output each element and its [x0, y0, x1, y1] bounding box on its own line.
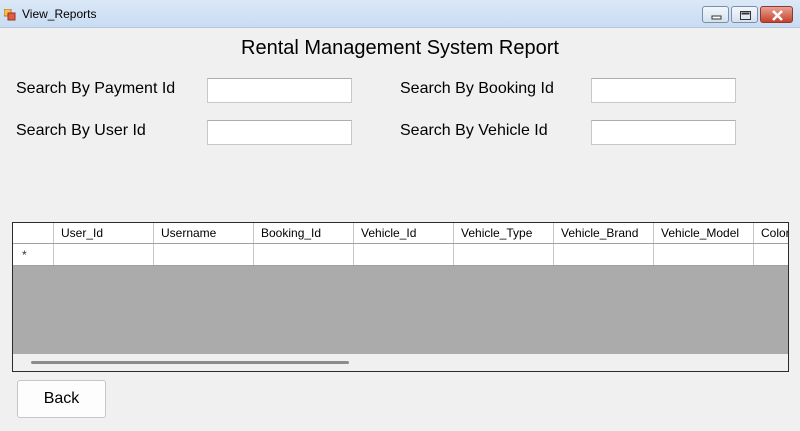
reports-data-grid[interactable]: User_Id Username Booking_Id Vehicle_Id V…: [12, 222, 789, 372]
report-title: Rental Management System Report: [241, 37, 559, 59]
payment-id-label: Search By Payment Id: [16, 80, 176, 97]
booking-id-input[interactable]: [591, 78, 736, 103]
window-title: View_Reports: [22, 7, 97, 21]
close-button[interactable]: [760, 6, 793, 23]
winforms-app-icon: [3, 8, 16, 21]
maximize-button[interactable]: [731, 6, 758, 23]
new-row-cell[interactable]: [154, 244, 254, 265]
column-header-username[interactable]: Username: [154, 223, 254, 243]
column-header-color[interactable]: Color: [754, 223, 788, 243]
vehicle-id-label: Search By Vehicle Id: [400, 122, 548, 139]
column-header-user-id[interactable]: User_Id: [54, 223, 154, 243]
new-row-cell[interactable]: [554, 244, 654, 265]
booking-id-label: Search By Booking Id: [400, 80, 554, 97]
grid-header-row: User_Id Username Booking_Id Vehicle_Id V…: [13, 223, 788, 244]
payment-id-input[interactable]: [207, 78, 352, 103]
grid-new-row[interactable]: *: [13, 244, 788, 266]
grid-corner-header[interactable]: [13, 223, 54, 243]
new-row-cell[interactable]: [254, 244, 354, 265]
scrollbar-thumb[interactable]: [31, 361, 349, 364]
column-header-vehicle-type[interactable]: Vehicle_Type: [454, 223, 554, 243]
new-row-cell[interactable]: [354, 244, 454, 265]
new-row-cell[interactable]: [454, 244, 554, 265]
new-row-cell[interactable]: [654, 244, 754, 265]
minimize-icon: [711, 15, 722, 20]
column-header-vehicle-model[interactable]: Vehicle_Model: [654, 223, 754, 243]
maximize-icon: [740, 11, 751, 20]
horizontal-scrollbar[interactable]: [13, 354, 788, 371]
minimize-button[interactable]: [702, 6, 729, 23]
new-row-cell[interactable]: [54, 244, 154, 265]
title-bar[interactable]: View_Reports: [0, 0, 800, 28]
column-header-booking-id[interactable]: Booking_Id: [254, 223, 354, 243]
column-header-vehicle-brand[interactable]: Vehicle_Brand: [554, 223, 654, 243]
user-id-input[interactable]: [207, 120, 352, 145]
column-header-vehicle-id[interactable]: Vehicle_Id: [354, 223, 454, 243]
user-id-label: Search By User Id: [16, 122, 146, 139]
close-icon: [772, 10, 783, 21]
vehicle-id-input[interactable]: [591, 120, 736, 145]
back-button[interactable]: Back: [17, 380, 106, 418]
new-row-marker[interactable]: *: [13, 244, 54, 265]
new-row-cell[interactable]: [754, 244, 788, 265]
view-reports-window: View_Reports Rental Management System Re…: [0, 0, 800, 431]
